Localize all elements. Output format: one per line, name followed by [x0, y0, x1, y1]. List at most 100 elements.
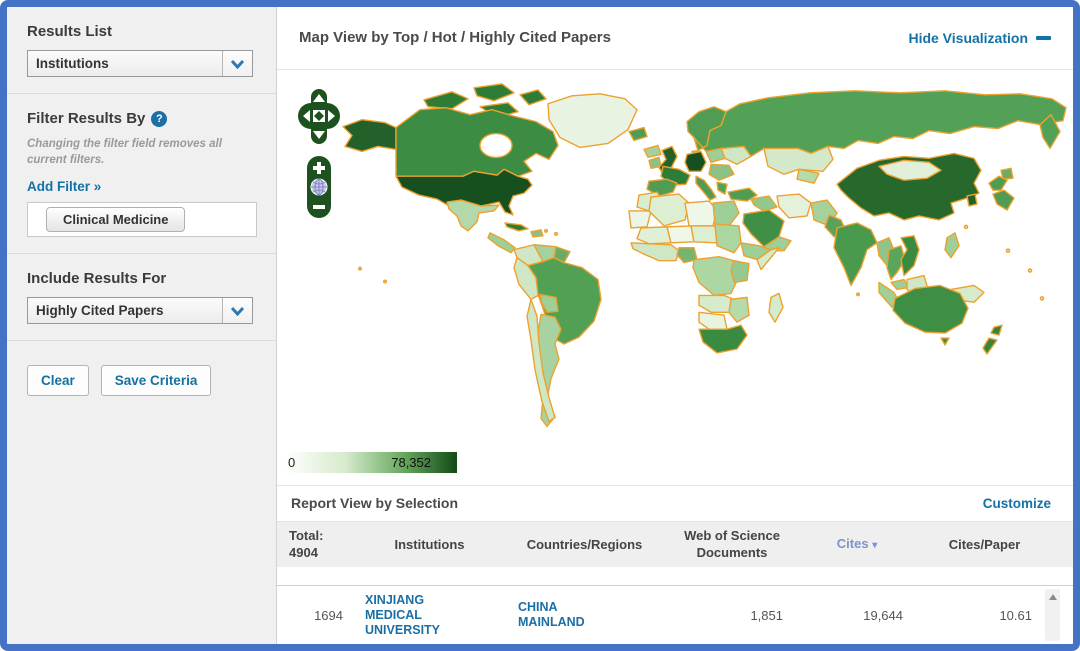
scroll-up-icon — [1049, 594, 1057, 600]
country-link[interactable]: CHINA MAINLAND — [502, 600, 597, 630]
country-niger[interactable] — [667, 225, 694, 242]
column-wos-documents[interactable]: Web of Science Documents — [667, 528, 797, 561]
country-madagascar[interactable] — [769, 293, 783, 322]
map-region[interactable] — [474, 83, 514, 100]
country-canada[interactable] — [396, 107, 558, 176]
country-cuba[interactable] — [505, 222, 528, 230]
island-speck — [1007, 249, 1010, 252]
column-countries-regions[interactable]: Countries/Regions — [502, 537, 667, 553]
map-view-header: Map View by Top / Hot / Highly Cited Pap… — [277, 7, 1073, 69]
country-mali[interactable] — [637, 226, 671, 243]
filter-section: Filter Results By? Changing the filter f… — [7, 94, 276, 254]
country-russia[interactable] — [694, 90, 1066, 156]
filter-chip-button[interactable]: Clinical Medicine — [46, 207, 185, 232]
column-cites-sorted[interactable]: Cites ▾ — [797, 536, 917, 553]
include-results-selected-value: Highly Cited Papers — [28, 303, 222, 318]
chevron-down-icon — [222, 298, 252, 323]
minus-icon — [1036, 36, 1051, 40]
island-speck — [359, 267, 361, 269]
country-greenland[interactable] — [548, 93, 637, 147]
column-cites-per-paper[interactable]: Cites/Paper — [917, 537, 1052, 553]
island-speck — [545, 229, 547, 231]
hide-visualization-link[interactable]: Hide Visualization — [908, 30, 1051, 46]
map-region[interactable] — [797, 169, 819, 183]
map-region[interactable] — [424, 91, 468, 108]
country-india[interactable] — [834, 222, 877, 285]
results-list-heading: Results List — [27, 23, 260, 40]
country-iceland[interactable] — [629, 127, 647, 140]
table-row: 1694 XINJIANG MEDICAL UNIVERSITY CHINA M… — [277, 586, 1073, 644]
map-view-title: Map View by Top / Hot / Highly Cited Pap… — [299, 29, 611, 46]
map-controls — [295, 88, 343, 227]
main-panel: Map View by Top / Hot / Highly Cited Pap… — [277, 7, 1073, 644]
country-japan[interactable] — [993, 190, 1014, 210]
add-filter-link[interactable]: Add Filter » — [27, 179, 101, 194]
country-vietnam[interactable] — [901, 235, 919, 275]
country-australia[interactable] — [893, 285, 968, 333]
country-japan[interactable] — [989, 176, 1007, 190]
map-region[interactable] — [699, 312, 727, 329]
clear-button[interactable]: Clear — [27, 365, 89, 396]
results-list-select[interactable]: Institutions — [27, 50, 253, 77]
map-region[interactable] — [709, 164, 734, 180]
country-greece[interactable] — [717, 182, 727, 194]
map-region[interactable] — [520, 89, 546, 104]
customize-link[interactable]: Customize — [983, 496, 1051, 511]
country-alaska[interactable] — [343, 119, 396, 151]
zoom-out-icon — [313, 205, 325, 209]
results-list-section: Results List Institutions — [7, 7, 276, 94]
row-rank: 1694 — [287, 608, 357, 623]
results-list-selected-value: Institutions — [28, 56, 222, 71]
save-criteria-button[interactable]: Save Criteria — [101, 365, 212, 396]
hudson-bay — [480, 133, 512, 157]
island-speck — [384, 280, 386, 282]
country-new-zealand[interactable] — [983, 338, 997, 354]
include-results-select[interactable]: Highly Cited Papers — [27, 297, 253, 324]
active-filter-box: Clinical Medicine — [27, 202, 257, 237]
row-wos-documents: 1,851 — [667, 608, 797, 623]
map-region[interactable] — [629, 211, 651, 228]
country-new-zealand[interactable] — [991, 325, 1002, 335]
country-algeria[interactable] — [649, 194, 689, 226]
map-region[interactable] — [488, 232, 515, 252]
help-icon[interactable]: ? — [151, 111, 167, 127]
chevron-down-icon — [222, 51, 252, 76]
world-map-visualization: 0 78,352 — [277, 70, 1073, 485]
country-mozambique[interactable] — [729, 297, 749, 322]
column-total: Total: 4904 — [287, 528, 357, 561]
table-scrollbar[interactable] — [1045, 589, 1060, 641]
country-chad[interactable] — [691, 225, 717, 242]
map-region[interactable] — [941, 338, 949, 345]
island-speck — [555, 232, 557, 234]
country-philippines[interactable] — [945, 232, 959, 257]
country-italy[interactable] — [696, 176, 716, 200]
filter-sidebar: Results List Institutions Filter Results… — [7, 7, 277, 644]
sort-caret-icon: ▾ — [872, 540, 877, 551]
legend-min: 0 — [288, 455, 295, 470]
map-region[interactable] — [751, 196, 777, 211]
map-zoom-control[interactable] — [307, 156, 331, 218]
institution-link[interactable]: XINJIANG MEDICAL UNIVERSITY — [357, 593, 469, 638]
country-egypt[interactable] — [713, 201, 739, 226]
legend-max: 78,352 — [391, 455, 431, 470]
country-libya[interactable] — [685, 201, 717, 226]
filter-heading: Filter Results By? — [27, 110, 260, 127]
globe-icon — [311, 179, 327, 195]
map-region[interactable] — [531, 229, 543, 236]
country-mexico[interactable] — [447, 200, 499, 231]
map-region[interactable] — [731, 260, 749, 282]
country-germany[interactable] — [685, 151, 706, 171]
filter-note: Changing the filter field removes all cu… — [27, 137, 260, 168]
column-institutions[interactable]: Institutions — [357, 537, 502, 553]
table-header-row: Total: 4904 Institutions Countries/Regio… — [277, 521, 1073, 567]
country-iran[interactable] — [777, 194, 811, 218]
country-sudan[interactable] — [715, 223, 741, 252]
row-cites-per-paper: 10.61 — [917, 608, 1052, 623]
map-region[interactable] — [631, 242, 679, 260]
map-pan-control[interactable] — [298, 89, 340, 144]
include-results-section: Include Results For Highly Cited Papers — [7, 254, 276, 341]
country-south-africa[interactable] — [699, 325, 747, 353]
map-region[interactable] — [644, 145, 661, 157]
country-korea[interactable] — [967, 194, 977, 206]
sidebar-actions: Clear Save Criteria — [7, 341, 276, 412]
